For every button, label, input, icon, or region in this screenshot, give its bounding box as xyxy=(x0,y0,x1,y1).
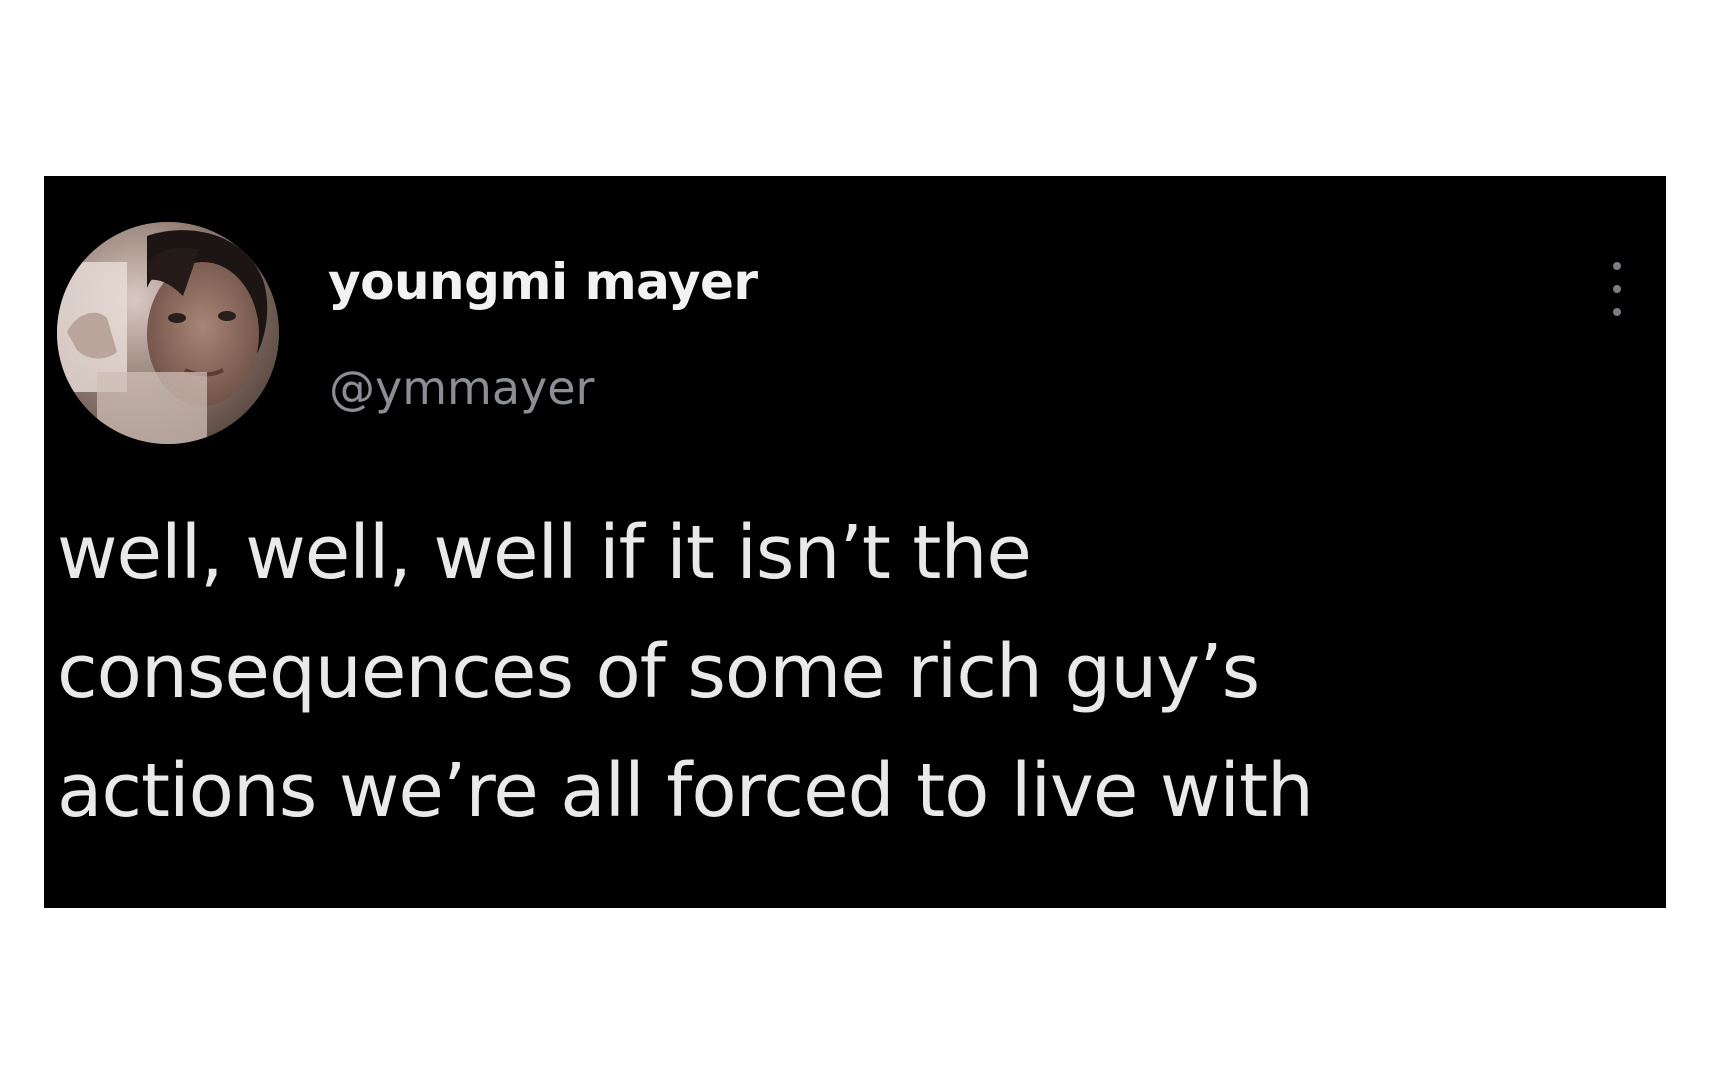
profile-photo-icon xyxy=(57,222,279,444)
display-name[interactable]: youngmi mayer xyxy=(328,252,758,312)
more-vertical-icon xyxy=(1613,308,1621,316)
tweet-card: youngmi mayer @ymmayer well, well, well … xyxy=(44,176,1666,908)
more-vertical-icon xyxy=(1613,262,1621,270)
tweet-text-line: consequences of some rich guy’s xyxy=(57,629,1260,715)
avatar[interactable] xyxy=(57,222,279,444)
tweet-text-line: actions we’re all forced to live with xyxy=(57,748,1314,834)
more-vertical-icon xyxy=(1613,285,1621,293)
tweet-text: well, well, well if it isn’t the consequ… xyxy=(57,494,1657,851)
more-options-button[interactable] xyxy=(1606,262,1628,316)
tweet-text-line: well, well, well if it isn’t the xyxy=(57,510,1032,596)
user-handle[interactable]: @ymmayer xyxy=(329,360,594,416)
